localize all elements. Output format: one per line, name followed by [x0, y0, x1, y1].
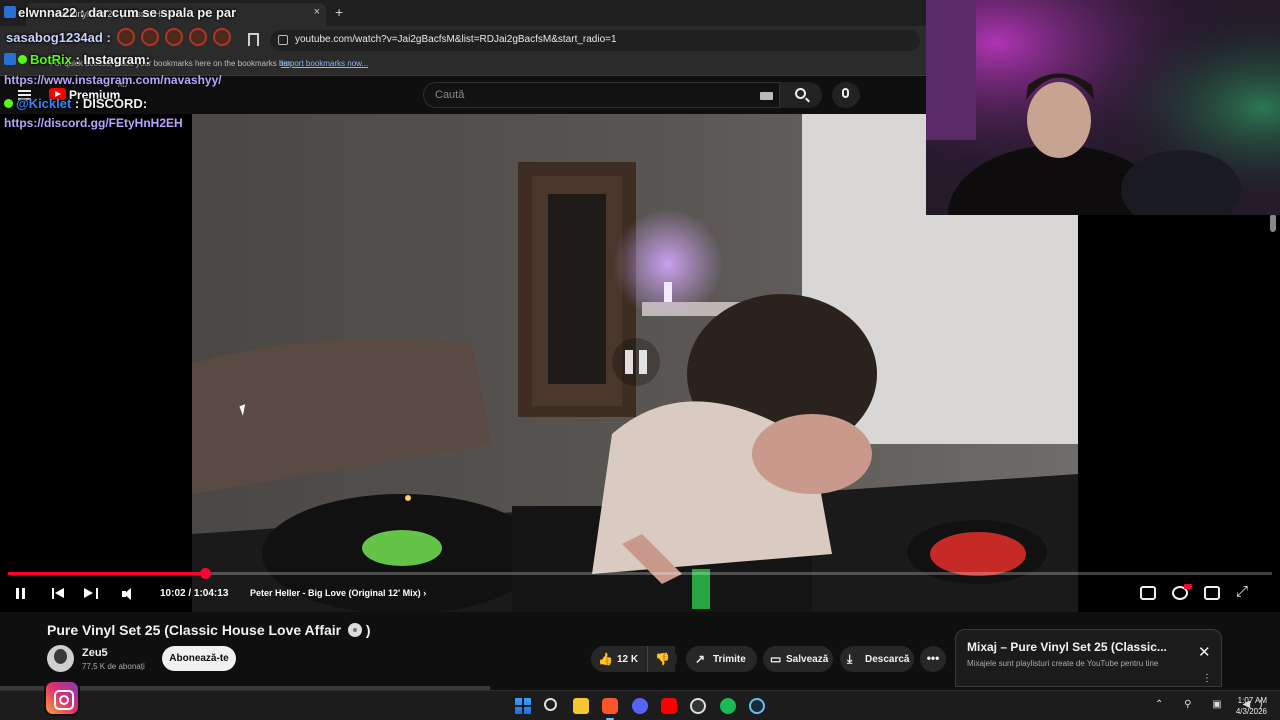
address-bar[interactable]: youtube.com/watch?v=Jai2gBacfsM&list=RDJ…: [270, 30, 920, 51]
save-label: Salvează: [786, 654, 829, 665]
share-button[interactable]: ↗ Trimite: [686, 646, 757, 672]
premium-label[interactable]: Premium: [69, 88, 120, 102]
taskbar-search-icon[interactable]: [544, 698, 557, 711]
progress-bar[interactable]: [8, 568, 1272, 579]
file-explorer-icon[interactable]: [573, 698, 589, 714]
search-button[interactable]: [780, 82, 822, 108]
share-label: Trimite: [713, 654, 746, 665]
search-placeholder: Caută: [435, 89, 465, 101]
chapter-title-text: Peter Heller - Big Love (Original 12' Mi…: [250, 588, 421, 598]
vinyl-disc-emoji-icon: [348, 623, 362, 637]
webcam-overlay: [926, 0, 1280, 215]
youtube-header: Premium RO Caută: [0, 76, 926, 114]
bookmarks-hint: For quick access, place your bookmarks h…: [50, 59, 293, 68]
keyboard-icon[interactable]: [760, 92, 773, 100]
instagram-icon: [44, 680, 80, 716]
close-icon[interactable]: ✕: [1198, 643, 1211, 661]
like-count: 12 K: [617, 654, 639, 665]
subscribe-button[interactable]: Abonează-te: [162, 646, 236, 671]
mix-subtitle: Mixajele sunt playlisturi create de YouT…: [967, 659, 1159, 668]
bookmarks-bar: For quick access, place your bookmarks h…: [0, 54, 926, 76]
brave-browser-icon[interactable]: [602, 698, 618, 714]
browser-tab[interactable]: Pure Vinyl Set 25 (Classic House ×: [26, 3, 326, 26]
site-info-icon[interactable]: [278, 35, 288, 45]
country-code: RO: [118, 83, 127, 89]
channel-name[interactable]: Zeu5: [82, 647, 108, 659]
bookmark-icon[interactable]: [248, 33, 259, 46]
thumbs-down-icon: 👎: [655, 652, 670, 666]
steam-icon[interactable]: [749, 698, 765, 714]
search-icon: [795, 88, 806, 99]
pause-icon[interactable]: [15, 585, 26, 603]
import-bookmarks-link[interactable]: Import bookmarks now...: [281, 59, 368, 68]
microphone-icon: [842, 88, 849, 98]
previous-icon[interactable]: [52, 585, 66, 603]
time-display: 10:02 / 1:04:13: [160, 588, 229, 599]
download-button[interactable]: ⤓ Descarcă: [840, 646, 914, 672]
channel-avatar[interactable]: [47, 645, 74, 672]
mix-playlist-card[interactable]: Mixaj – Pure Vinyl Set 25 (Classic... Mi…: [955, 629, 1222, 687]
new-tab-icon[interactable]: +: [335, 4, 343, 20]
obs-icon[interactable]: [690, 698, 706, 714]
progress-bar-fill: [8, 572, 206, 575]
browser-tab-strip: Pure Vinyl Set 25 (Classic House × +: [0, 0, 926, 26]
tab-title: Pure Vinyl Set 25 (Classic House: [48, 9, 181, 19]
address-bar-row: youtube.com/watch?v=Jai2gBacfsM&list=RDJ…: [0, 26, 926, 54]
clock-time: 1:07 AM: [1237, 696, 1267, 705]
video-title-text: Pure Vinyl Set 25 (Classic House Love Af…: [47, 622, 342, 638]
center-pause-icon[interactable]: [612, 338, 660, 386]
next-icon[interactable]: [84, 585, 98, 603]
thumbs-up-icon: 👍: [598, 652, 613, 666]
hamburger-menu-icon[interactable]: [18, 90, 31, 100]
video-title: Pure Vinyl Set 25 (Classic House Love Af…: [47, 622, 371, 638]
youtube-app-icon[interactable]: [661, 698, 677, 714]
video-title-suffix: ): [365, 622, 371, 638]
url-text[interactable]: youtube.com/watch?v=Jai2gBacfsM&list=RDJ…: [295, 34, 617, 45]
subtitles-icon[interactable]: [1140, 586, 1156, 600]
voice-search-button[interactable]: [832, 82, 860, 108]
tab-close-icon[interactable]: ×: [314, 6, 320, 18]
clock-date: 4/3/2026: [1235, 707, 1267, 716]
dislike-button[interactable]: 👎: [647, 646, 677, 672]
windows-taskbar: ⌃ ⚲ ▣ ◀) 1:07 AM 4/3/2026: [0, 690, 1280, 720]
search-input[interactable]: Caută: [423, 82, 780, 108]
share-icon: ↗: [695, 652, 706, 666]
download-icon: ⤓: [847, 652, 853, 666]
save-playlist-icon: ▭: [770, 652, 782, 666]
subscriber-count: 77,5 K de abonați: [82, 662, 145, 671]
taskbar-clock[interactable]: 1:07 AM 4/3/2026: [1233, 695, 1267, 717]
save-button[interactable]: ▭ Salvează: [763, 646, 833, 672]
discord-icon[interactable]: [632, 698, 648, 714]
chevron-right-icon: ›: [423, 588, 427, 598]
webcam-image: [926, 0, 1280, 215]
theater-mode-icon[interactable]: [1204, 586, 1220, 600]
page-scrollbar[interactable]: [1270, 214, 1276, 232]
volume-icon[interactable]: [122, 585, 138, 603]
chapter-title[interactable]: Peter Heller - Big Love (Original 12' Mi…: [250, 588, 426, 598]
download-label: Descarcă: [865, 654, 910, 665]
hd-badge: [1184, 584, 1192, 589]
more-actions-button[interactable]: •••: [920, 646, 946, 672]
fullscreen-icon[interactable]: [1236, 583, 1252, 600]
windows-start-icon[interactable]: [515, 698, 531, 714]
mix-title[interactable]: Mixaj – Pure Vinyl Set 25 (Classic...: [967, 640, 1177, 654]
spotify-icon[interactable]: [720, 698, 736, 714]
youtube-logo-icon[interactable]: [49, 88, 66, 100]
kebab-menu-icon[interactable]: ⋮: [1202, 673, 1212, 684]
